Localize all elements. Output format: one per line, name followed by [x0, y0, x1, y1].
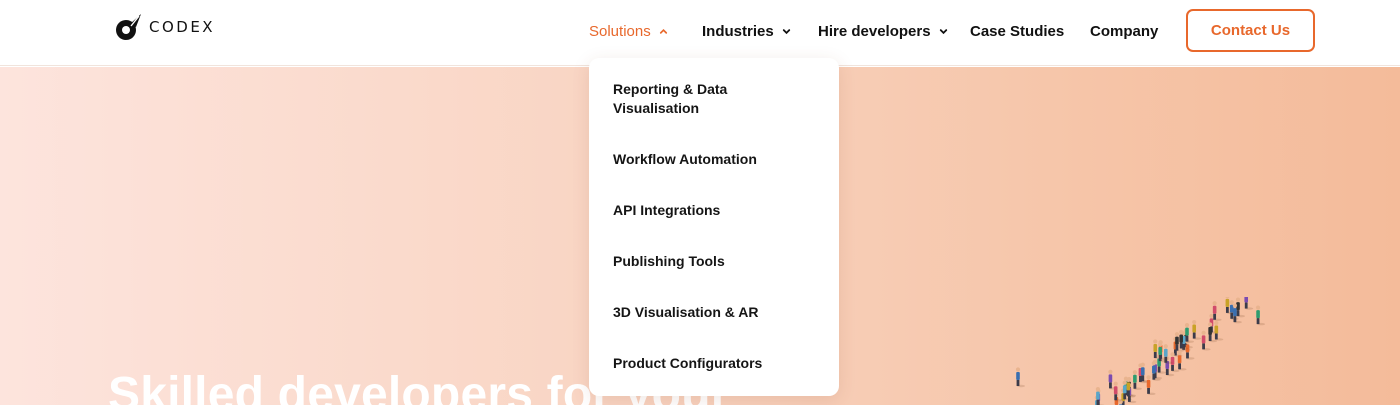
nav-company-label: Company	[1090, 22, 1159, 40]
nav-industries-label: Industries	[702, 22, 774, 40]
dropdown-item-3d-visualisation[interactable]: 3D Visualisation & AR	[613, 303, 813, 322]
chevron-down-icon	[939, 28, 947, 34]
dropdown-item-product-configurators[interactable]: Product Configurators	[613, 354, 813, 373]
crowd-figure	[1192, 319, 1202, 340]
crowd-figure	[1255, 305, 1266, 326]
crowd-figure	[1140, 362, 1150, 383]
nav-solutions[interactable]: Solutions	[589, 21, 669, 41]
solutions-dropdown: Reporting & Data Visualisation Workflow …	[589, 58, 839, 396]
chevron-down-icon	[782, 28, 790, 34]
nav-hire-developers[interactable]: Hire developers	[818, 21, 949, 41]
contact-us-button[interactable]: Contact Us	[1186, 9, 1315, 52]
dropdown-item-api-integrations[interactable]: API Integrations	[613, 201, 813, 220]
dropdown-item-reporting[interactable]: Reporting & Data Visualisation	[613, 80, 813, 118]
nav-case-studies-label: Case Studies	[970, 22, 1065, 40]
crowd-figure	[1214, 320, 1224, 341]
nav-hire-developers-label: Hire developers	[818, 22, 931, 40]
codex-logo[interactable]: CODEX	[113, 12, 215, 42]
crowd-figure	[1244, 297, 1254, 310]
site-header: CODEX Solutions Industries Hire develope…	[0, 0, 1400, 66]
chevron-up-icon	[659, 28, 667, 34]
crowd-figure	[1177, 350, 1187, 371]
logo-text: CODEX	[149, 18, 216, 36]
nav-company[interactable]: Company	[1090, 21, 1158, 41]
dropdown-item-publishing-tools[interactable]: Publishing Tools	[613, 252, 813, 271]
nav-industries[interactable]: Industries	[702, 21, 792, 41]
crowd-figure	[1235, 297, 1246, 318]
crowd-illustration	[1015, 297, 1266, 405]
crowd-figure	[1212, 301, 1222, 321]
nav-solutions-label: Solutions	[589, 22, 651, 40]
nav-case-studies[interactable]: Case Studies	[970, 21, 1064, 41]
crowd-figure	[1095, 387, 1105, 405]
crowd-figure	[1015, 367, 1025, 388]
rocket-ring-icon	[116, 14, 141, 40]
dropdown-item-workflow-automation[interactable]: Workflow Automation	[613, 150, 813, 169]
